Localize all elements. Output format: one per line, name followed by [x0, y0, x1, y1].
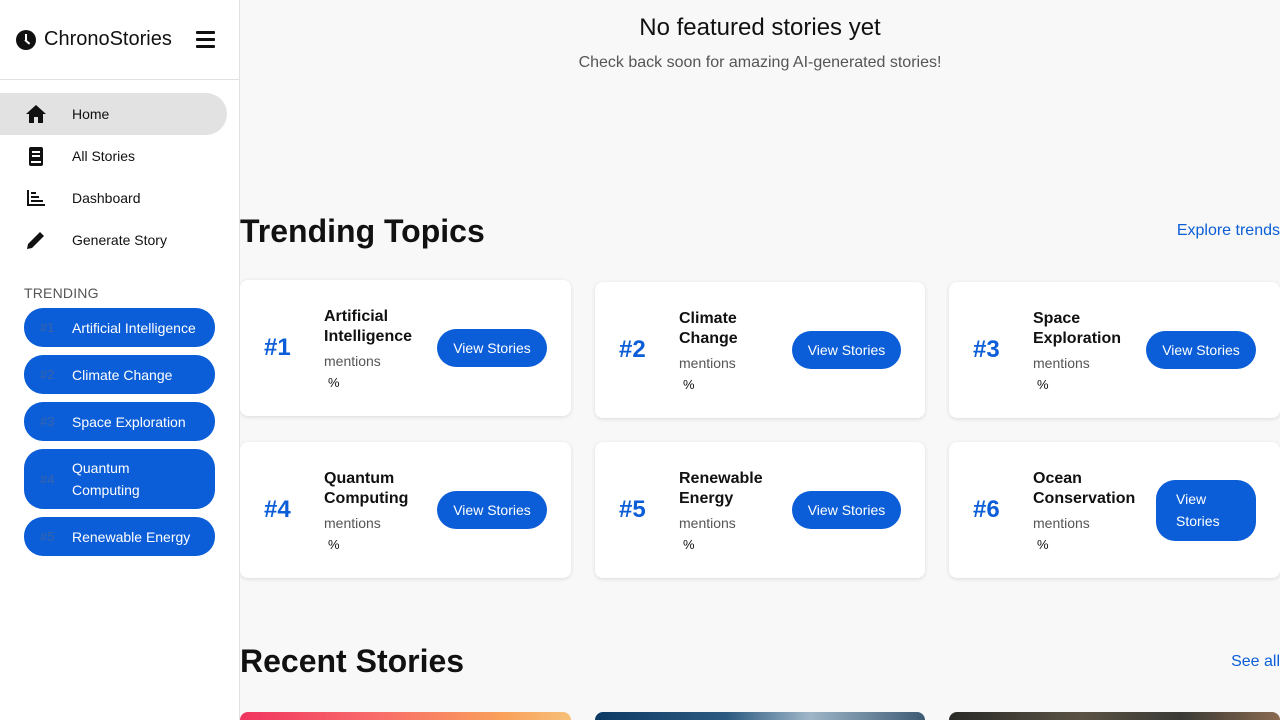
topic-rank: #1 — [264, 334, 291, 361]
sidebar-item-all-stories[interactable]: All Stories — [0, 135, 227, 177]
trending-heading: TRENDING — [24, 285, 99, 301]
trending-label: Artificial Intelligence — [72, 319, 196, 336]
topic-title: Climate Change — [679, 309, 738, 347]
sidebar-item-label: All Stories — [72, 148, 136, 164]
trending-item[interactable]: #5 Renewable Energy — [24, 517, 215, 556]
topic-title: Quantum Computing — [324, 469, 409, 507]
trending-rank: #3 — [40, 414, 55, 429]
hamburger-bar — [196, 38, 215, 41]
trending-rank: #5 — [40, 529, 55, 544]
trending-label: Quantum Computing — [72, 460, 140, 498]
topic-card: #6 Ocean Conservation mentions % View St… — [949, 442, 1280, 578]
topic-card: #5 Renewable Energy mentions % View Stor… — [595, 442, 925, 578]
trending-item[interactable]: #2 Climate Change — [24, 355, 215, 394]
bar-chart-icon — [26, 188, 46, 208]
topic-title: Space Exploration — [1033, 309, 1122, 347]
book-icon — [26, 146, 46, 166]
trending-topics-title: Trending Topics — [240, 213, 485, 249]
sidebar-nav: Home All Stories Dashboard Generate Stor… — [0, 80, 239, 261]
sidebar-item-dashboard[interactable]: Dashboard — [0, 177, 227, 219]
topic-rank: #6 — [973, 496, 1000, 523]
topic-info: Climate Change mentions % — [679, 309, 775, 392]
sidebar-item-label: Dashboard — [72, 190, 141, 206]
featured-empty-subtitle: Check back soon for amazing AI-generated… — [578, 54, 942, 71]
sidebar-item-generate-story[interactable]: Generate Story — [0, 219, 227, 261]
menu-toggle-button[interactable] — [196, 31, 215, 48]
story-card-thumbnail[interactable] — [595, 712, 925, 720]
sidebar: ChronoStories Home All Stories Dashboard — [0, 0, 240, 720]
topic-mentions: mentions — [324, 514, 381, 531]
view-stories-button[interactable]: View Stories — [792, 491, 901, 529]
topic-title: Artificial Intelligence — [324, 307, 413, 345]
view-stories-button[interactable]: View Stories — [792, 331, 901, 369]
topic-card: #1 Artificial Intelligence mentions % Vi… — [240, 280, 571, 416]
topic-percent: % — [328, 536, 340, 552]
hamburger-bar — [196, 31, 215, 34]
topic-mentions: mentions — [679, 514, 736, 531]
trending-rank: #2 — [40, 367, 55, 382]
topic-info: Space Exploration mentions % — [1033, 309, 1129, 392]
topic-rank: #2 — [619, 336, 646, 363]
topic-card: #2 Climate Change mentions % View Storie… — [595, 282, 925, 418]
topic-info: Ocean Conservation mentions % — [1033, 469, 1143, 552]
explore-trends-link[interactable]: Explore trends — [1177, 222, 1280, 240]
topic-mentions: mentions — [1033, 514, 1090, 531]
view-stories-button[interactable]: View Stories — [437, 491, 547, 529]
topic-title: Renewable Energy — [679, 469, 763, 507]
view-stories-button[interactable]: View Stories — [1146, 331, 1256, 369]
topic-rank: #5 — [619, 496, 646, 523]
story-card-thumbnail[interactable] — [949, 712, 1280, 720]
home-icon — [26, 104, 46, 124]
trending-rank: #4 — [40, 471, 55, 487]
topic-rank: #3 — [973, 336, 1000, 363]
topic-mentions: mentions — [324, 352, 381, 369]
topic-percent: % — [1037, 536, 1049, 552]
main-content: No featured stories yet Check back soon … — [240, 0, 1280, 720]
trending-label: Renewable Energy — [72, 528, 191, 545]
topic-percent: % — [683, 536, 695, 552]
topic-title: Ocean Conservation — [1033, 469, 1136, 507]
trending-label: Space Exploration — [72, 413, 186, 430]
topic-info: Quantum Computing mentions % — [324, 469, 420, 552]
see-all-link[interactable]: See all — [1231, 653, 1280, 671]
topic-card: #4 Quantum Computing mentions % View Sto… — [240, 442, 571, 578]
topic-mentions: mentions — [1033, 354, 1090, 371]
sidebar-item-label: Generate Story — [72, 232, 167, 248]
trending-list: #1 Artificial Intelligence #2 Climate Ch… — [0, 308, 239, 556]
app-title[interactable]: ChronoStories — [44, 28, 172, 51]
topic-info: Renewable Energy mentions % — [679, 469, 775, 552]
topic-info: Artificial Intelligence mentions % — [324, 307, 420, 390]
topic-card: #3 Space Exploration mentions % View Sto… — [949, 282, 1280, 418]
trending-item[interactable]: #3 Space Exploration — [24, 402, 215, 441]
trending-item[interactable]: #4 Quantum Computing — [24, 449, 215, 509]
view-stories-button[interactable]: View Stories — [437, 329, 547, 367]
topic-percent: % — [683, 376, 695, 392]
topic-mentions: mentions — [679, 354, 736, 371]
trending-item[interactable]: #1 Artificial Intelligence — [24, 308, 215, 347]
trending-rank: #1 — [40, 320, 55, 335]
recent-stories-title: Recent Stories — [240, 643, 465, 679]
story-card-thumbnail[interactable] — [240, 712, 571, 720]
topic-percent: % — [1037, 376, 1049, 392]
pencil-icon — [26, 230, 46, 250]
topic-rank: #4 — [264, 496, 291, 523]
sidebar-item-home[interactable]: Home — [0, 93, 227, 135]
featured-empty-title: No featured stories yet — [639, 14, 881, 41]
trending-label: Climate Change — [72, 366, 173, 383]
view-stories-button[interactable]: View Stories — [1156, 479, 1256, 541]
sidebar-item-label: Home — [72, 106, 110, 122]
topic-percent: % — [328, 374, 340, 390]
clock-icon — [16, 29, 36, 50]
brand-header: ChronoStories — [0, 0, 239, 80]
hamburger-bar — [196, 45, 215, 48]
